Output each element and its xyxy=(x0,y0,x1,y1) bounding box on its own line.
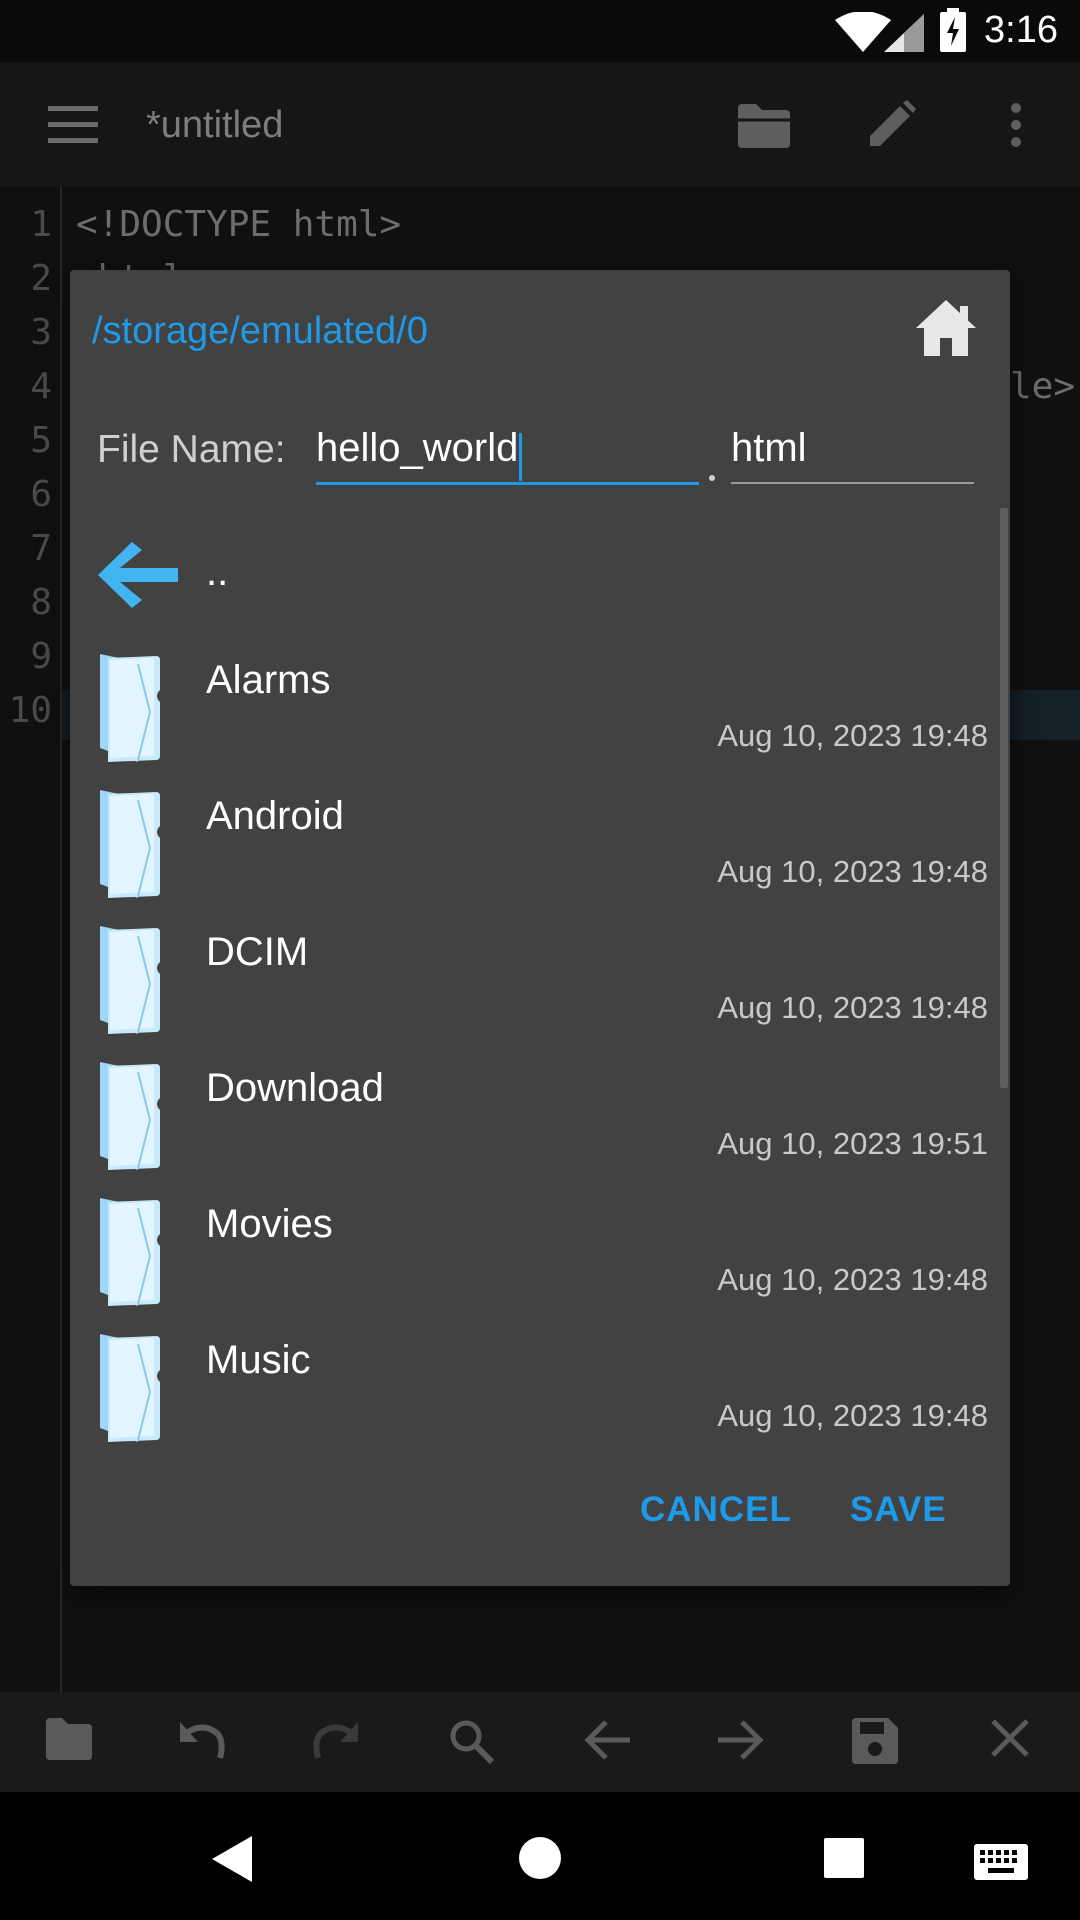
save-file-dialog: /storage/emulated/0 File Name: hello_wor… xyxy=(70,270,1010,1586)
line-number: 3 xyxy=(30,312,52,353)
parent-directory-label: .. xyxy=(206,550,229,594)
home-icon[interactable] xyxy=(914,298,978,358)
folder-date: Aug 10, 2023 19:51 xyxy=(717,1126,988,1161)
recents-icon[interactable] xyxy=(824,1838,864,1878)
folder-name: Download xyxy=(206,1066,384,1110)
folder-name: Music xyxy=(206,1338,311,1382)
status-bar: 3:16 xyxy=(0,0,1080,62)
folder-date: Aug 10, 2023 19:48 xyxy=(717,854,988,889)
battery-charging-icon xyxy=(940,8,966,52)
pencil-icon[interactable] xyxy=(866,100,916,150)
app-bar: *untitled xyxy=(0,62,1080,187)
current-path[interactable]: /storage/emulated/0 xyxy=(92,310,428,353)
folder-date: Aug 10, 2023 19:48 xyxy=(717,1262,988,1297)
list-item[interactable]: Android Aug 10, 2023 19:48 xyxy=(70,788,1000,924)
document-title: *untitled xyxy=(146,104,284,146)
file-name-input[interactable]: hello_world xyxy=(316,420,699,485)
folder-icon[interactable] xyxy=(44,1718,92,1760)
folder-open-icon[interactable] xyxy=(736,102,792,148)
folder-icon xyxy=(100,790,160,898)
signal-icon xyxy=(884,14,924,52)
list-item[interactable]: Alarms Aug 10, 2023 19:48 xyxy=(70,652,1000,788)
wifi-icon xyxy=(835,12,891,52)
code-line-1: <!DOCTYPE html> xyxy=(76,204,402,245)
line-number: 4 xyxy=(30,366,52,407)
folder-date: Aug 10, 2023 19:48 xyxy=(717,1398,988,1433)
list-item[interactable]: Music Aug 10, 2023 19:48 xyxy=(70,1332,1000,1468)
folder-icon xyxy=(100,654,160,762)
folder-icon xyxy=(100,1062,160,1170)
back-icon[interactable] xyxy=(212,1836,254,1882)
extension-value: html xyxy=(731,426,807,470)
save-icon[interactable] xyxy=(852,1718,898,1764)
navigation-bar xyxy=(0,1792,1080,1920)
extension-separator xyxy=(709,475,715,481)
line-number: 2 xyxy=(30,258,52,299)
line-number: 1 xyxy=(30,204,52,245)
line-number: 10 xyxy=(8,690,52,731)
folder-name: Movies xyxy=(206,1202,333,1246)
keyboard-icon[interactable] xyxy=(974,1844,1028,1880)
folder-name: Android xyxy=(206,794,344,838)
menu-icon[interactable] xyxy=(48,104,98,144)
arrow-left-icon[interactable] xyxy=(582,1718,632,1762)
folder-name: DCIM xyxy=(206,930,309,974)
line-number: 8 xyxy=(30,582,52,623)
arrow-back-icon xyxy=(98,542,178,608)
folder-icon xyxy=(100,1334,160,1442)
text-cursor xyxy=(519,432,523,481)
folder-date: Aug 10, 2023 19:48 xyxy=(717,990,988,1025)
redo-icon[interactable] xyxy=(312,1718,360,1762)
home-icon[interactable] xyxy=(518,1836,562,1880)
line-number: 5 xyxy=(30,420,52,461)
undo-icon[interactable] xyxy=(178,1718,226,1762)
list-item[interactable]: Movies Aug 10, 2023 19:48 xyxy=(70,1196,1000,1332)
arrow-right-icon[interactable] xyxy=(716,1718,766,1762)
bottom-toolbar xyxy=(0,1692,1080,1792)
scrollbar[interactable] xyxy=(1000,508,1008,1088)
line-number: 9 xyxy=(30,636,52,677)
code-line-4: le> xyxy=(1010,366,1076,407)
folder-date: Aug 10, 2023 19:48 xyxy=(717,718,988,753)
close-icon[interactable] xyxy=(990,1718,1030,1758)
list-item[interactable]: Download Aug 10, 2023 19:51 xyxy=(70,1060,1000,1196)
folder-name: Alarms xyxy=(206,658,331,702)
parent-directory-row[interactable]: .. xyxy=(70,542,990,652)
status-time: 3:16 xyxy=(984,9,1058,51)
gutter-divider xyxy=(60,187,62,1692)
more-vert-icon[interactable] xyxy=(1008,102,1024,148)
line-number: 7 xyxy=(30,528,52,569)
file-name-label: File Name: xyxy=(97,428,286,471)
folder-icon xyxy=(100,1198,160,1306)
save-button[interactable]: SAVE xyxy=(850,1490,947,1530)
folder-icon xyxy=(100,926,160,1034)
file-name-value: hello_world xyxy=(316,426,519,470)
extension-input[interactable]: html xyxy=(731,420,974,484)
list-item[interactable]: DCIM Aug 10, 2023 19:48 xyxy=(70,924,1000,1060)
search-icon[interactable] xyxy=(448,1718,496,1766)
line-number: 6 xyxy=(30,474,52,515)
cancel-button[interactable]: CANCEL xyxy=(640,1490,792,1530)
